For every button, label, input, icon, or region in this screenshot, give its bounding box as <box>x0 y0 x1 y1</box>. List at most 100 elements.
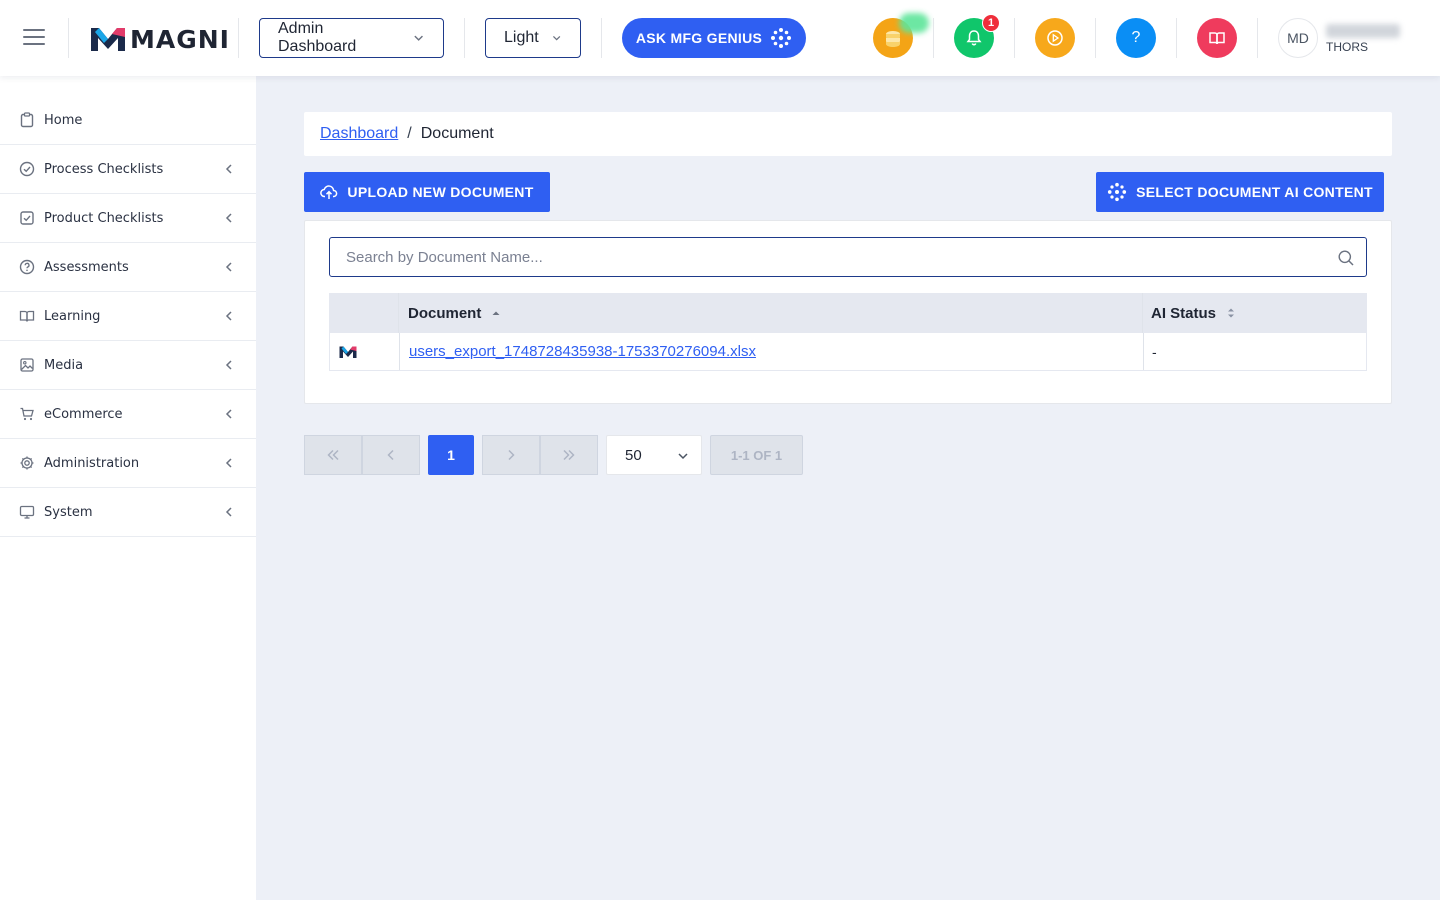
dashboard-select-value: Admin Dashboard <box>278 20 357 55</box>
sort-icon <box>1228 308 1235 318</box>
ask-button-label: ASK MFG GENIUS <box>635 30 763 46</box>
menu-toggle-icon[interactable] <box>23 29 45 47</box>
table-header-ai-status[interactable]: AI Status <box>1143 293 1367 333</box>
sidebar-item-label: Home <box>44 112 83 128</box>
divider <box>464 18 465 58</box>
coins-count-badge <box>899 13 929 33</box>
notifications-button[interactable]: 1 <box>954 14 1000 58</box>
app-logo[interactable]: MAGNI <box>90 24 230 54</box>
upload-button-label: UPLOAD NEW DOCUMENT <box>347 184 534 200</box>
search-input[interactable] <box>346 248 1306 266</box>
chevron-left-icon <box>225 213 232 223</box>
sidebar-item-label: System <box>44 504 93 520</box>
check-square-icon <box>18 210 35 227</box>
table-row: users_export_1748728435938-1753370276094… <box>329 333 1367 371</box>
chevron-left-icon <box>225 164 232 174</box>
first-page-button[interactable] <box>304 435 362 475</box>
chevrons-left-icon <box>327 449 339 461</box>
prev-page-button[interactable] <box>362 435 420 475</box>
chevron-left-icon <box>225 507 232 517</box>
search-box <box>329 237 1367 277</box>
sidebar-item-label: Product Checklists <box>44 210 164 226</box>
sidebar: Home Process Checklists Product Checklis… <box>0 76 256 900</box>
sidebar-item-product-checklists[interactable]: Product Checklists <box>0 194 256 243</box>
chevron-right-icon <box>508 449 515 461</box>
divider <box>1257 18 1258 58</box>
dashboard-select[interactable]: Admin Dashboard <box>259 18 444 58</box>
video-button[interactable] <box>1035 18 1075 58</box>
divider <box>1095 18 1096 58</box>
chevron-left-icon <box>225 360 232 370</box>
sidebar-item-label: Administration <box>44 455 140 471</box>
chevron-left-icon <box>225 262 232 272</box>
theme-select[interactable]: Light <box>485 18 581 58</box>
monitor-icon <box>18 504 35 521</box>
chevron-left-icon <box>225 409 232 419</box>
sidebar-item-system[interactable]: System <box>0 488 256 537</box>
page-size-select[interactable]: 50 <box>606 435 702 475</box>
divider <box>601 18 602 58</box>
user-avatar[interactable]: MD <box>1278 18 1318 58</box>
sidebar-item-label: Learning <box>44 308 101 324</box>
search-icon[interactable] <box>1337 249 1355 267</box>
user-initials: MD <box>1287 30 1309 46</box>
pagination-range-info: 1-1 OF 1 <box>710 435 803 475</box>
header-document-label: Document <box>408 304 482 322</box>
chevron-down-icon <box>552 35 561 41</box>
breadcrumb-separator: / <box>407 125 412 142</box>
divider <box>68 18 69 58</box>
sidebar-item-media[interactable]: Media <box>0 341 256 390</box>
document-list-card: Document AI Status users_export_17487284… <box>304 220 1392 404</box>
chevrons-right-icon <box>563 449 575 461</box>
sidebar-item-assessments[interactable]: Assessments <box>0 243 256 292</box>
next-page-button[interactable] <box>482 435 540 475</box>
document-link[interactable]: users_export_1748728435938-1753370276094… <box>409 343 756 360</box>
sidebar-item-learning[interactable]: Learning <box>0 292 256 341</box>
last-page-button[interactable] <box>540 435 598 475</box>
table-header-row: Document AI Status <box>329 293 1367 333</box>
sidebar-item-label: Media <box>44 357 84 373</box>
breadcrumb-dashboard-link[interactable]: Dashboard <box>320 125 398 143</box>
magni-file-icon <box>339 346 357 358</box>
table-header-document[interactable]: Document <box>399 293 1143 333</box>
chevron-down-icon <box>414 35 423 41</box>
image-icon <box>18 357 35 374</box>
help-icon: ? <box>1131 29 1141 46</box>
sort-asc-icon <box>492 311 500 315</box>
guide-button[interactable] <box>1197 18 1237 58</box>
upload-document-button[interactable]: UPLOAD NEW DOCUMENT <box>304 172 550 212</box>
chevron-down-icon <box>678 453 688 460</box>
user-name[interactable] <box>1326 24 1400 38</box>
magni-logo-icon <box>91 28 125 51</box>
sidebar-item-home[interactable]: Home <box>0 96 256 145</box>
sidebar-item-process-checklists[interactable]: Process Checklists <box>0 145 256 194</box>
header-ai-status-label: AI Status <box>1151 304 1217 322</box>
play-circle-icon <box>1047 30 1063 46</box>
sidebar-item-ecommerce[interactable]: eCommerce <box>0 390 256 439</box>
divider <box>933 18 934 58</box>
page-1-button[interactable]: 1 <box>428 435 474 475</box>
notification-badge: 1 <box>982 14 1000 32</box>
page-size-value: 50 <box>625 446 642 464</box>
coins-button[interactable] <box>873 13 929 58</box>
divider <box>238 18 239 58</box>
question-circle-icon <box>18 259 35 276</box>
logo-text: MAGNI <box>130 24 230 54</box>
sidebar-item-administration[interactable]: Administration <box>0 439 256 488</box>
cart-icon <box>18 406 35 423</box>
pagination-next-group <box>482 435 598 475</box>
row-document-cell: users_export_1748728435938-1753370276094… <box>400 333 1144 370</box>
help-button[interactable]: ? <box>1116 18 1156 58</box>
select-ai-button-label: SELECT DOCUMENT AI CONTENT <box>1136 184 1373 200</box>
divider <box>1014 18 1015 58</box>
row-icon-cell <box>330 333 400 370</box>
check-circle-icon <box>18 161 35 178</box>
theme-select-value: Light <box>504 29 539 46</box>
clipboard-icon <box>18 112 35 129</box>
ask-mfg-genius-button[interactable]: ASK MFG GENIUS <box>622 18 806 58</box>
ai-status-value: - <box>1152 343 1157 360</box>
book-open-icon <box>1209 32 1225 45</box>
breadcrumb: Dashboard / Document <box>304 112 1392 156</box>
top-bar: MAGNI Admin Dashboard Light ASK MFG GENI… <box>0 0 1440 76</box>
select-ai-content-button[interactable]: SELECT DOCUMENT AI CONTENT <box>1096 172 1384 212</box>
